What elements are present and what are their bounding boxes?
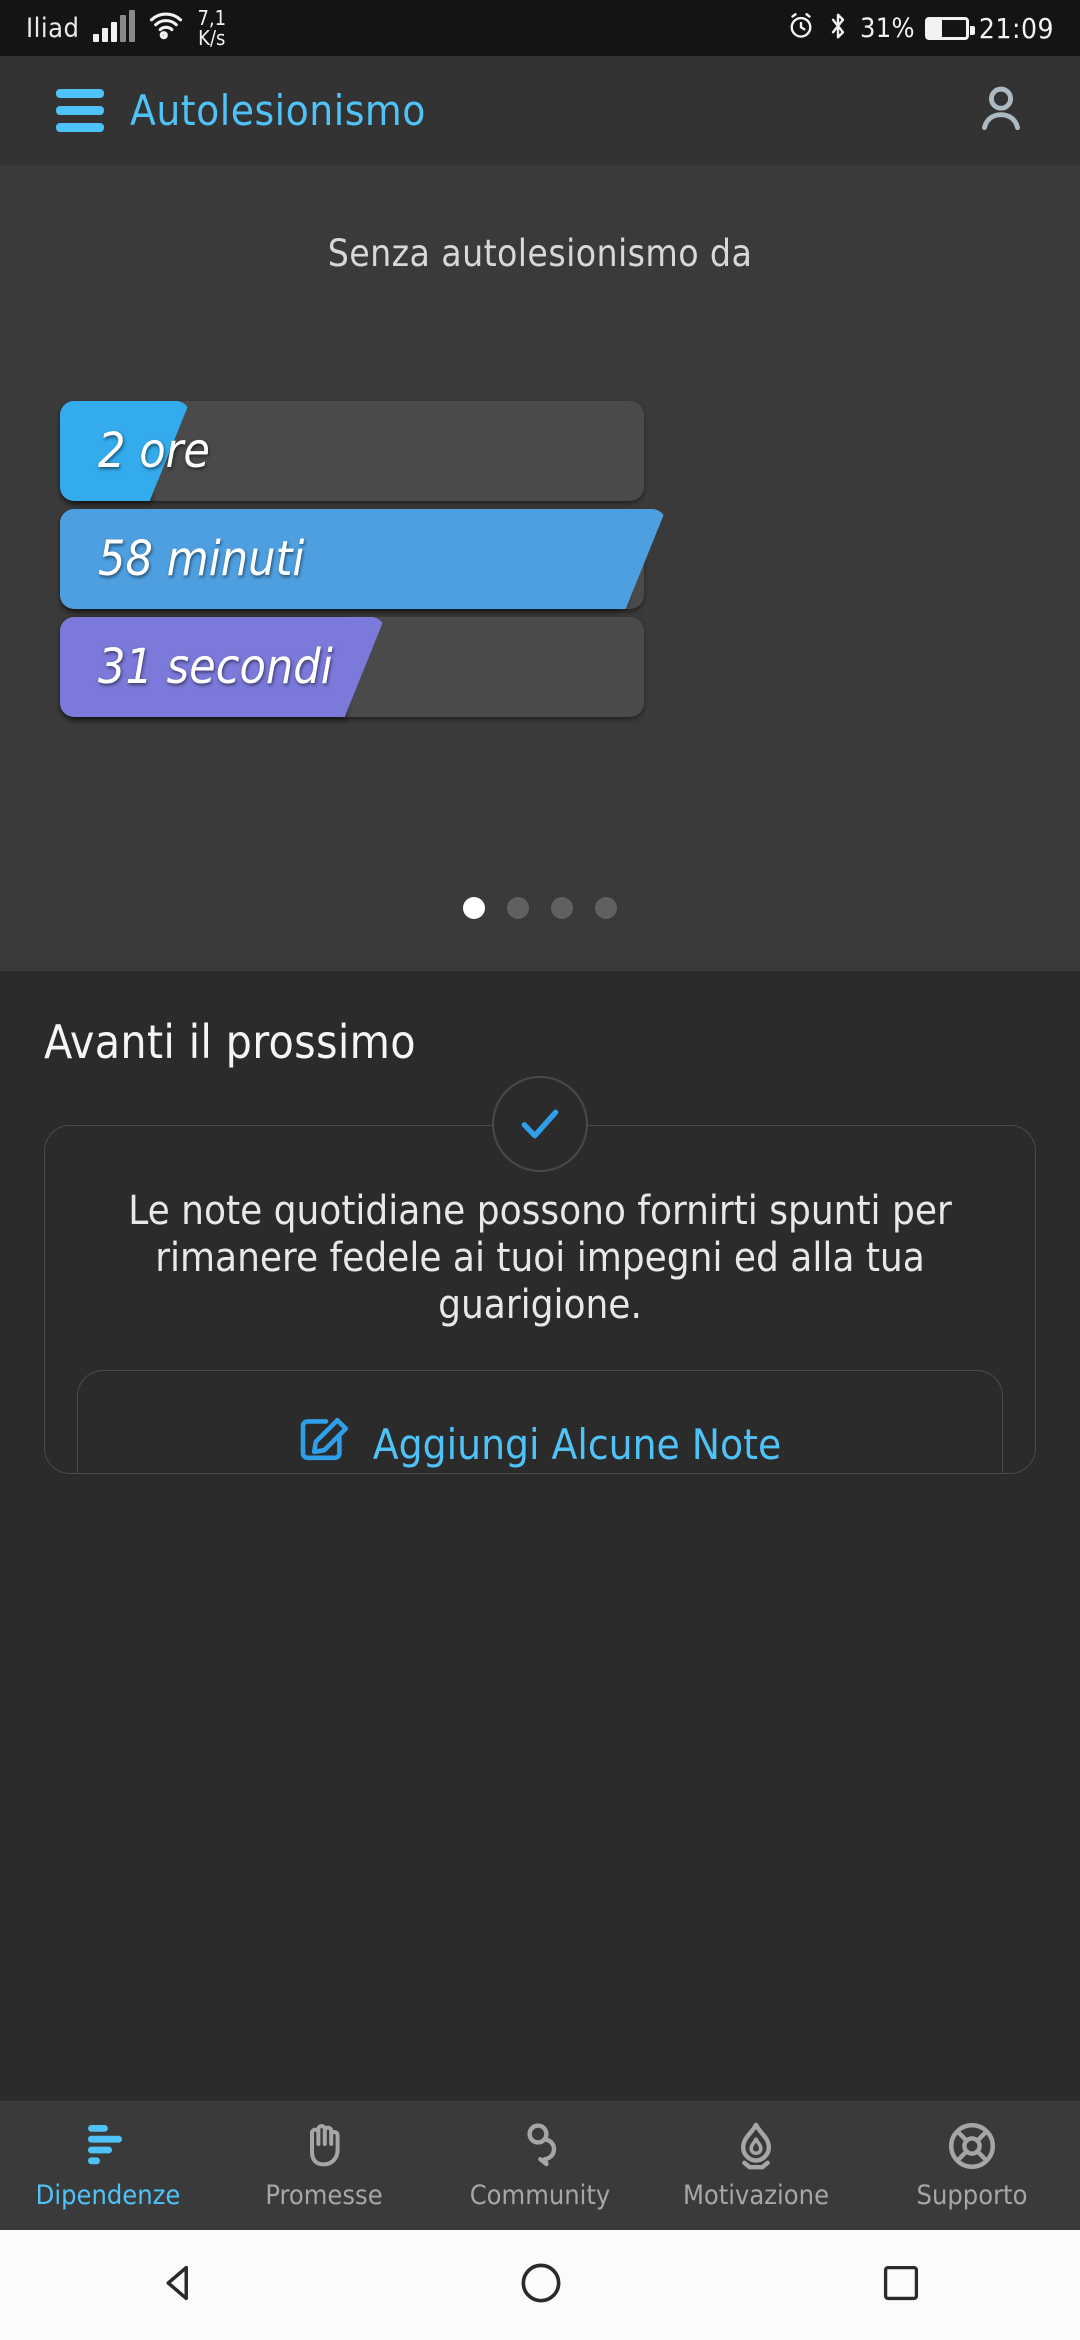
nav-item-supporto[interactable]: Supporto: [864, 2120, 1080, 2211]
phone-screen: Iliad 7,1 K/s 31% 21:09 Autolesionismo S…: [0, 0, 1080, 2340]
page-dot-4[interactable]: [595, 897, 617, 919]
nav-item-motivazione[interactable]: Motivazione: [648, 2120, 864, 2211]
timer-bar-track: 31 secondi: [60, 617, 644, 717]
timer-bar-hours: 2 ore: [0, 401, 1080, 501]
page-dot-2[interactable]: [507, 897, 529, 919]
app-bar: Autolesionismo: [0, 56, 1080, 166]
timer-bar-unit: secondi: [166, 639, 333, 695]
timer-bar-label: 2 ore: [98, 423, 210, 479]
timer-bar-track: 58 minuti: [60, 509, 644, 609]
network-speed: 7,1 K/s: [197, 8, 226, 48]
edit-note-icon: [299, 1417, 351, 1473]
timer-caption: Senza autolesionismo da: [327, 232, 753, 275]
next-up-card: Le note quotidiane possono fornirti spun…: [44, 1076, 1036, 1474]
account-person-icon[interactable]: [970, 78, 1032, 144]
nav-item-dipendenze[interactable]: Dipendenze: [0, 2120, 216, 2211]
signal-bars-icon: [93, 10, 136, 42]
nav-item-community[interactable]: Community: [432, 2120, 648, 2211]
home-circle-icon[interactable]: [518, 2260, 564, 2310]
nav-label: Community: [469, 2180, 611, 2211]
flame-icon: [730, 2120, 782, 2172]
battery-percent-label: 31%: [860, 12, 915, 44]
nav-label: Motivazione: [682, 2180, 830, 2211]
status-clock: 21:09: [978, 11, 1054, 45]
nav-label: Dipendenze: [35, 2180, 181, 2211]
alarm-clock-icon: [786, 11, 816, 45]
next-up-card-text: Le note quotidiane possono fornirti spun…: [128, 1188, 952, 1329]
timer-bar-minutes: 58 minuti: [0, 509, 1080, 609]
bottom-navigation: Dipendenze Promesse Community Motivazion…: [0, 2100, 1080, 2230]
battery-icon: [924, 16, 975, 40]
timer-bar-seconds: 31 secondi: [0, 617, 1080, 717]
timer-bar-value: 58: [98, 531, 153, 587]
bar-chart-icon: [82, 2120, 134, 2172]
life-ring-icon: [946, 2120, 998, 2172]
status-bar-right: 31% 21:09: [786, 11, 1054, 45]
network-speed-value: 7,1: [197, 6, 227, 30]
person-chat-icon: [514, 2120, 566, 2172]
timer-bars: 2 ore 58 minuti 31 secondi: [0, 401, 1080, 725]
timer-bar-track: 2 ore: [60, 401, 644, 501]
recents-square-icon[interactable]: [880, 2262, 922, 2308]
timer-bar-label: 31 secondi: [98, 639, 333, 695]
page-indicator[interactable]: [0, 897, 1080, 919]
hand-icon: [298, 2120, 350, 2172]
back-triangle-icon[interactable]: [158, 2261, 202, 2309]
page-title: Autolesionismo: [130, 86, 426, 135]
timer-bar-unit: ore: [139, 423, 210, 479]
nav-item-promesse[interactable]: Promesse: [216, 2120, 432, 2211]
check-circle-icon: [492, 1076, 588, 1172]
network-speed-unit: K/s: [198, 26, 226, 50]
page-dot-1[interactable]: [463, 897, 485, 919]
timer-bar-value: 2: [98, 423, 126, 479]
timer-bar-unit: minuti: [166, 531, 305, 587]
status-bar: Iliad 7,1 K/s 31% 21:09: [0, 0, 1080, 56]
timer-panel: Senza autolesionismo da 2 ore 58 minuti: [0, 166, 1080, 971]
nav-label: Promesse: [265, 2180, 383, 2211]
timer-bar-label: 58 minuti: [98, 531, 304, 587]
next-up-title: Avanti il prossimo: [44, 1015, 416, 1069]
hamburger-menu-icon[interactable]: [56, 89, 104, 132]
add-notes-button[interactable]: Aggiungi Alcune Note: [77, 1369, 1003, 1473]
status-bar-left: Iliad 7,1 K/s: [26, 8, 226, 48]
carrier-label: Iliad: [26, 12, 80, 44]
page-dot-3[interactable]: [551, 897, 573, 919]
nav-label: Supporto: [916, 2180, 1028, 2211]
system-navigation-bar: [0, 2230, 1080, 2340]
timer-bar-value: 31: [98, 639, 153, 695]
bluetooth-icon: [826, 11, 850, 45]
add-notes-label: Aggiungi Alcune Note: [372, 1420, 782, 1470]
wifi-icon: [149, 12, 183, 44]
